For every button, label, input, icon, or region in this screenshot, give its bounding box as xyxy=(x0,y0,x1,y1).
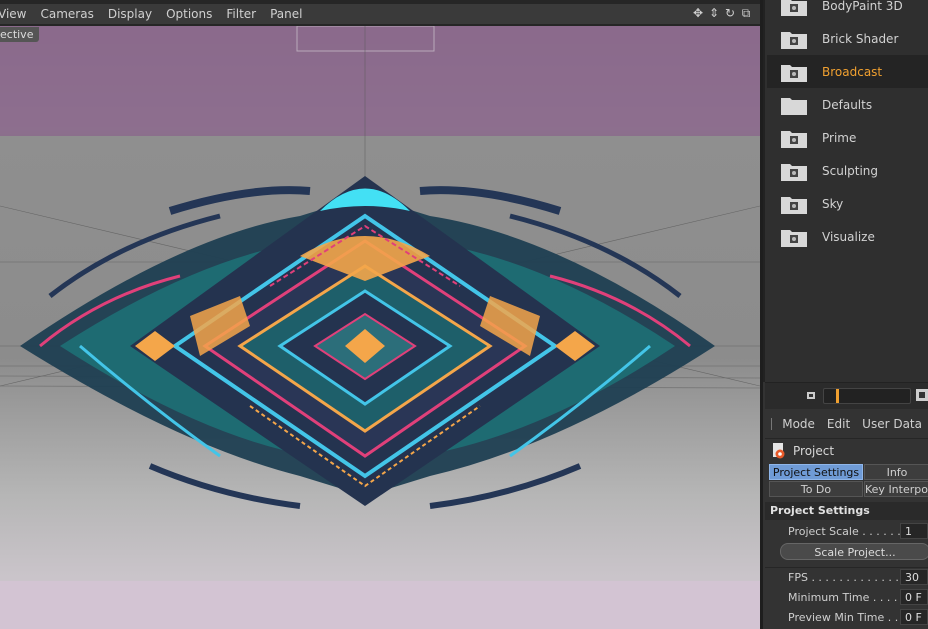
menu-view[interactable]: View xyxy=(0,4,33,24)
preset-brick-shader[interactable]: Brick Shader xyxy=(767,22,928,55)
menu-mode[interactable]: Mode xyxy=(776,417,821,431)
maximize-view-icon[interactable]: ⧉ xyxy=(739,6,753,20)
dolly-view-icon[interactable]: ⇕ xyxy=(707,6,721,20)
preset-sculpting[interactable]: Sculpting xyxy=(767,154,928,187)
preset-label: Sky xyxy=(822,196,844,211)
object-name: Project xyxy=(793,444,835,458)
slider-thumb[interactable] xyxy=(836,389,839,403)
project-scale-input[interactable]: 1 xyxy=(900,523,928,539)
project-icon xyxy=(773,443,785,459)
minimum-time-label: Minimum Time . . . . . . xyxy=(788,590,912,604)
preset-sky[interactable]: Sky xyxy=(767,187,928,220)
preset-visualize[interactable]: Visualize xyxy=(767,220,928,253)
preset-label: Sculpting xyxy=(822,163,879,178)
viewport-menubar: View Cameras Display Options Filter Pane… xyxy=(0,4,763,24)
fps-field: FPS . . . . . . . . . . . . . . . 30 xyxy=(788,568,928,586)
viewport-scene xyxy=(0,26,760,629)
menu-display[interactable]: Display xyxy=(101,4,159,24)
small-thumbnail-icon xyxy=(807,392,815,399)
preview-min-time-label: Preview Min Time . . xyxy=(788,610,899,624)
menu-options[interactable]: Options xyxy=(159,4,219,24)
menu-filter[interactable]: Filter xyxy=(219,4,263,24)
preset-bodypaint-3d[interactable]: BodyPaint 3D xyxy=(767,0,928,22)
tab-todo[interactable]: To Do xyxy=(769,481,863,497)
locked-folder-icon xyxy=(781,229,807,247)
tab-info[interactable]: Info xyxy=(864,464,928,480)
3d-viewport[interactable]: ective xyxy=(0,26,760,629)
thumbnail-size-slider[interactable] xyxy=(823,388,911,404)
content-browser-presets: BodyPaint 3D Brick Shader Broadcast Defa… xyxy=(763,0,928,382)
preset-label: Broadcast xyxy=(822,64,883,79)
preset-label: Defaults xyxy=(822,97,873,112)
menu-cameras[interactable]: Cameras xyxy=(33,4,100,24)
project-scale-label: Project Scale . . . . . . xyxy=(788,524,901,538)
attribute-manager: Mode Edit User Data Project Project Sett… xyxy=(765,410,928,629)
locked-folder-icon xyxy=(781,196,807,214)
menu-user-data[interactable]: User Data xyxy=(856,417,928,431)
viewport-panel: View Cameras Display Options Filter Pane… xyxy=(0,0,763,629)
preset-broadcast[interactable]: Broadcast xyxy=(767,55,928,88)
minimum-time-input[interactable]: 0 F xyxy=(900,589,928,605)
fps-label: FPS . . . . . . . . . . . . . . . xyxy=(788,570,913,584)
menu-edit[interactable]: Edit xyxy=(821,417,856,431)
project-scale-field: Project Scale . . . . . . 1 xyxy=(788,522,928,540)
preset-label: Visualize xyxy=(822,229,875,244)
move-view-icon[interactable]: ✥ xyxy=(691,6,705,20)
preset-label: BodyPaint 3D xyxy=(822,0,903,13)
camera-label[interactable]: ective xyxy=(0,27,40,42)
locked-folder-icon xyxy=(781,0,807,16)
tab-key-interpolation[interactable]: Key Interpol xyxy=(864,481,928,497)
tab-project-settings[interactable]: Project Settings xyxy=(769,464,863,480)
large-thumbnail-icon xyxy=(916,389,928,401)
locked-folder-icon xyxy=(781,130,807,148)
rotate-view-icon[interactable]: ↻ xyxy=(723,6,737,20)
folder-icon xyxy=(781,97,807,115)
group-title: Project Settings xyxy=(765,502,928,520)
scale-project-button[interactable]: Scale Project... xyxy=(780,543,928,560)
locked-folder-icon xyxy=(781,31,807,49)
object-header: Project xyxy=(765,439,928,463)
fps-input[interactable]: 30 xyxy=(900,569,928,585)
preview-min-time-field: Preview Min Time . . 0 F xyxy=(788,608,928,626)
viewport-nav-icons: ✥ ⇕ ↻ ⧉ xyxy=(691,6,753,20)
locked-folder-icon xyxy=(781,64,807,82)
right-sidebar: BodyPaint 3D Brick Shader Broadcast Defa… xyxy=(763,0,928,629)
locked-folder-icon xyxy=(781,163,807,181)
preset-label: Brick Shader xyxy=(822,31,899,46)
menu-panel[interactable]: Panel xyxy=(263,4,309,24)
minimum-time-field: Minimum Time . . . . . . 0 F xyxy=(788,588,928,606)
preset-prime[interactable]: Prime xyxy=(767,121,928,154)
preset-defaults[interactable]: Defaults xyxy=(767,88,928,121)
thumbnail-size-row xyxy=(765,382,928,409)
preset-label: Prime xyxy=(822,130,857,145)
preview-min-time-input[interactable]: 0 F xyxy=(900,609,928,625)
attribute-menubar: Mode Edit User Data xyxy=(765,410,928,439)
grip-icon[interactable] xyxy=(771,418,773,430)
